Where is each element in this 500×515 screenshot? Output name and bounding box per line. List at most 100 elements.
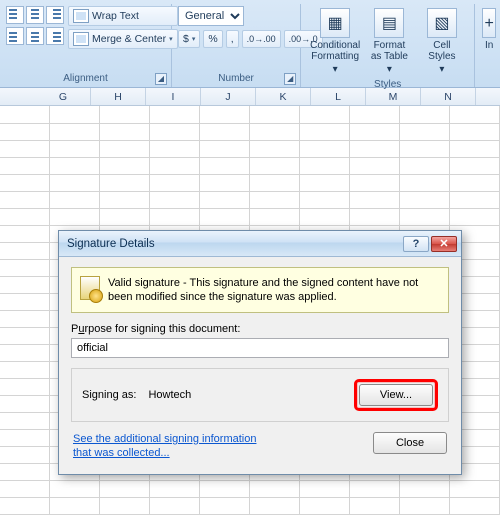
wrap-text-button[interactable]: Wrap Text xyxy=(68,6,178,26)
cell[interactable] xyxy=(400,480,450,497)
accounting-format-button[interactable]: $▾ xyxy=(178,30,200,48)
cell[interactable] xyxy=(250,123,300,140)
cell[interactable] xyxy=(100,191,150,208)
cell[interactable] xyxy=(250,480,300,497)
cell[interactable] xyxy=(400,157,450,174)
number-format-select[interactable]: General xyxy=(178,6,244,26)
cell[interactable] xyxy=(150,140,200,157)
cell[interactable] xyxy=(0,395,50,412)
comma-style-button[interactable]: , xyxy=(226,30,239,48)
cell[interactable] xyxy=(400,208,450,225)
align-right-icon[interactable] xyxy=(46,27,64,45)
cell[interactable] xyxy=(300,106,350,123)
column-header[interactable]: G xyxy=(36,88,91,105)
cell[interactable] xyxy=(0,412,50,429)
align-left-icon[interactable] xyxy=(6,27,24,45)
cell[interactable] xyxy=(100,106,150,123)
cell[interactable] xyxy=(50,191,100,208)
cell[interactable] xyxy=(200,106,250,123)
cell[interactable] xyxy=(300,140,350,157)
cell[interactable] xyxy=(100,480,150,497)
cell[interactable] xyxy=(250,157,300,174)
cell[interactable] xyxy=(100,157,150,174)
align-top-icon[interactable] xyxy=(6,6,24,24)
cell[interactable] xyxy=(450,208,500,225)
cell[interactable] xyxy=(350,208,400,225)
cell[interactable] xyxy=(0,123,50,140)
cell[interactable] xyxy=(0,463,50,480)
cell[interactable] xyxy=(100,123,150,140)
cell[interactable] xyxy=(0,140,50,157)
cell[interactable] xyxy=(50,106,100,123)
cell[interactable] xyxy=(400,174,450,191)
cell[interactable] xyxy=(450,123,500,140)
cell[interactable] xyxy=(0,378,50,395)
insert-button-partial[interactable]: + In xyxy=(481,6,497,53)
cell[interactable] xyxy=(0,293,50,310)
column-header[interactable]: I xyxy=(146,88,201,105)
cell[interactable] xyxy=(150,480,200,497)
cell[interactable] xyxy=(450,191,500,208)
cell[interactable] xyxy=(450,157,500,174)
cell[interactable] xyxy=(0,429,50,446)
cell[interactable] xyxy=(150,157,200,174)
cell[interactable] xyxy=(150,191,200,208)
cell[interactable] xyxy=(200,157,250,174)
cell[interactable] xyxy=(300,191,350,208)
cell[interactable] xyxy=(350,157,400,174)
cell[interactable] xyxy=(300,123,350,140)
cell[interactable] xyxy=(50,208,100,225)
cell[interactable] xyxy=(350,480,400,497)
cell[interactable] xyxy=(100,140,150,157)
dialog-launcher-icon[interactable]: ◢ xyxy=(284,73,296,85)
cell[interactable] xyxy=(0,225,50,242)
close-button[interactable]: Close xyxy=(373,432,447,454)
cell[interactable] xyxy=(200,480,250,497)
column-header[interactable]: H xyxy=(91,88,146,105)
cell-styles-button[interactable]: ▧ Cell Styles ▾ xyxy=(416,6,469,77)
cell[interactable] xyxy=(0,361,50,378)
cell[interactable] xyxy=(0,480,50,497)
cell[interactable] xyxy=(350,140,400,157)
cell[interactable] xyxy=(200,140,250,157)
cell[interactable] xyxy=(150,174,200,191)
additional-info-link[interactable]: See the additional signing information t… xyxy=(73,432,256,460)
cell[interactable] xyxy=(100,174,150,191)
cell[interactable] xyxy=(300,480,350,497)
cell[interactable] xyxy=(250,208,300,225)
cell[interactable] xyxy=(0,157,50,174)
increase-decimal-button[interactable]: .0→.00 xyxy=(242,30,281,48)
cell[interactable] xyxy=(350,106,400,123)
cell[interactable] xyxy=(0,174,50,191)
dialog-launcher-icon[interactable]: ◢ xyxy=(155,73,167,85)
cell[interactable] xyxy=(200,191,250,208)
cell[interactable] xyxy=(350,174,400,191)
cell[interactable] xyxy=(450,106,500,123)
cell[interactable] xyxy=(250,106,300,123)
cell[interactable] xyxy=(50,174,100,191)
cell[interactable] xyxy=(450,480,500,497)
column-header[interactable]: J xyxy=(201,88,256,105)
cell[interactable] xyxy=(300,157,350,174)
cell[interactable] xyxy=(50,123,100,140)
cell[interactable] xyxy=(250,191,300,208)
cell[interactable] xyxy=(50,480,100,497)
cell[interactable] xyxy=(0,259,50,276)
cell[interactable] xyxy=(200,174,250,191)
cell[interactable] xyxy=(150,208,200,225)
dialog-titlebar[interactable]: Signature Details ? ✕ xyxy=(59,231,461,257)
cell[interactable] xyxy=(0,446,50,463)
cell[interactable] xyxy=(0,191,50,208)
align-middle-icon[interactable] xyxy=(26,6,44,24)
conditional-formatting-button[interactable]: ▦ Conditional Formatting ▾ xyxy=(307,6,363,77)
cell[interactable] xyxy=(350,123,400,140)
cell[interactable] xyxy=(0,106,50,123)
cell[interactable] xyxy=(0,242,50,259)
align-center-icon[interactable] xyxy=(26,27,44,45)
cell[interactable] xyxy=(200,123,250,140)
cell[interactable] xyxy=(0,344,50,361)
cell[interactable] xyxy=(300,174,350,191)
cell[interactable] xyxy=(200,208,250,225)
cell[interactable] xyxy=(50,157,100,174)
column-header[interactable]: K xyxy=(256,88,311,105)
